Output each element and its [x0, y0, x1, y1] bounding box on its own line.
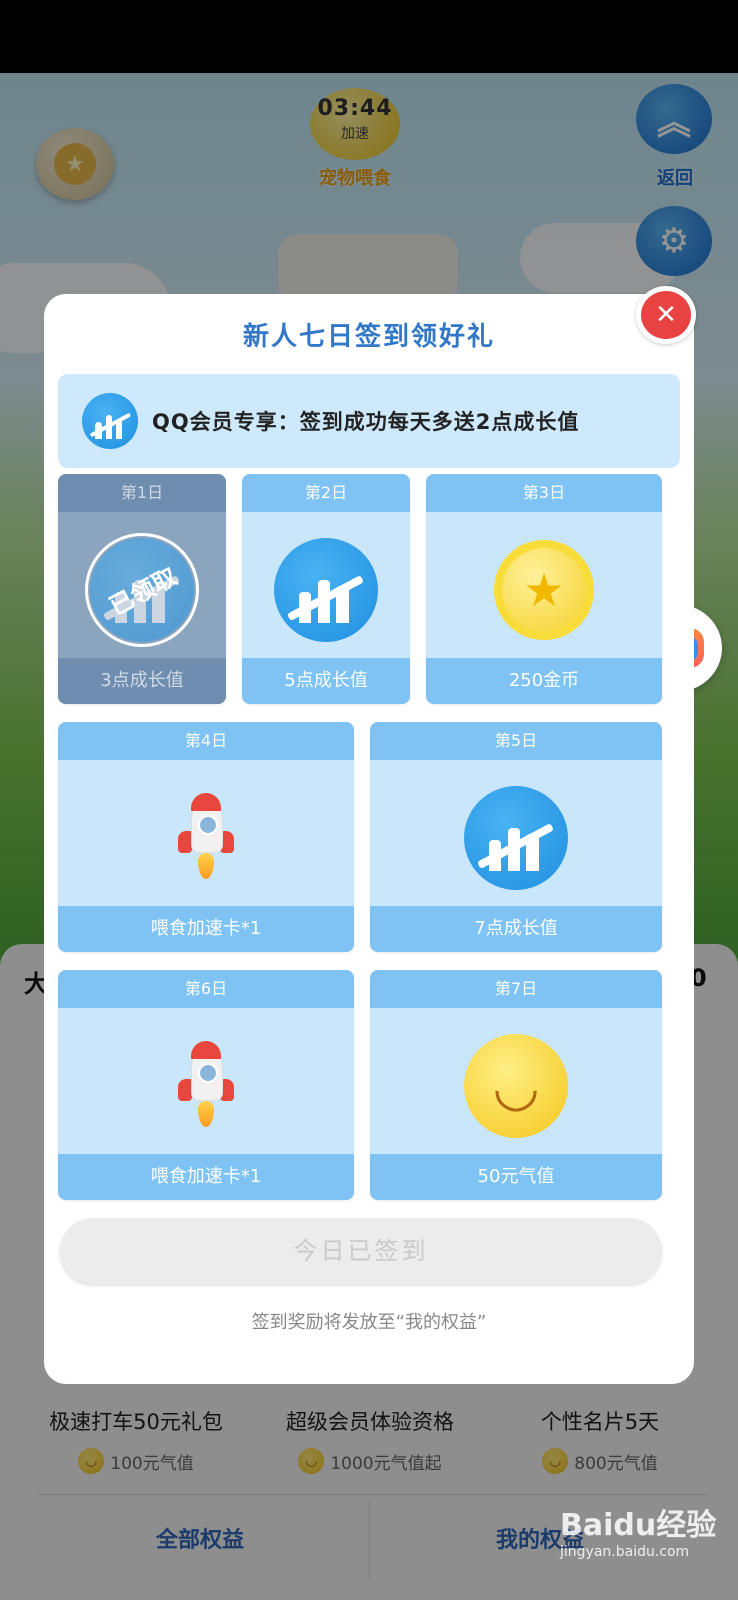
- close-button[interactable]: ✕: [636, 286, 696, 344]
- day-reward-label: 喂食加速卡*1: [58, 906, 354, 952]
- day-reward-label: 5点成长值: [242, 658, 410, 704]
- watermark-logo: Baidu经验: [560, 1508, 717, 1543]
- day-label: 第1日: [58, 474, 226, 512]
- checkin-modal: 新人七日签到领好礼 QQ会员专享：签到成功每天多送2点成长值 第1日 已领取 3…: [44, 294, 694, 1384]
- member-banner: QQ会员专享：签到成功每天多送2点成长值: [58, 374, 680, 468]
- day-reward-label: 250金币: [426, 658, 662, 704]
- day-card-5[interactable]: 第5日 7点成长值: [370, 722, 662, 952]
- close-icon: ✕: [641, 291, 691, 339]
- day-label: 第6日: [58, 970, 354, 1008]
- day-card-6[interactable]: 第6日 喂食加速卡*1: [58, 970, 354, 1200]
- gold-coin-icon: ★: [494, 540, 594, 640]
- day-reward-label: 3点成长值: [58, 658, 226, 704]
- day-card-3[interactable]: 第3日 ★ 250金币: [426, 474, 662, 704]
- baidu-watermark: Baidu经验 jingyan.baidu.com: [560, 1500, 730, 1590]
- member-banner-text: QQ会员专享：签到成功每天多送2点成长值: [152, 410, 580, 434]
- day-card-7[interactable]: 第7日 ◡ 50元气值: [370, 970, 662, 1200]
- day-card-4[interactable]: 第4日 喂食加速卡*1: [58, 722, 354, 952]
- day-reward-label: 喂食加速卡*1: [58, 1154, 354, 1200]
- rocket-icon: [176, 1041, 236, 1131]
- modal-title: 新人七日签到领好礼: [242, 322, 495, 352]
- rocket-icon: [176, 793, 236, 883]
- reward-note: 签到奖励将发放至“我的权益”: [251, 1312, 487, 1333]
- day-label: 第3日: [426, 474, 662, 512]
- smile-face-icon: ◡: [464, 1034, 568, 1138]
- day-card-2[interactable]: 第2日 5点成长值: [242, 474, 410, 704]
- day-card-1[interactable]: 第1日 已领取 3点成长值: [58, 474, 226, 704]
- growth-chart-icon: [464, 786, 568, 890]
- day-label: 第2日: [242, 474, 410, 512]
- watermark-url: jingyan.baidu.com: [560, 1544, 690, 1560]
- day-label: 第7日: [370, 970, 662, 1008]
- day-label: 第5日: [370, 722, 662, 760]
- day-label: 第4日: [58, 722, 354, 760]
- growth-chart-icon: [274, 538, 378, 642]
- signed-today-button[interactable]: 今日已签到: [60, 1218, 662, 1284]
- status-bar: [0, 0, 738, 73]
- claimed-stamp: 已领取: [85, 533, 199, 647]
- growth-chart-icon: [82, 393, 138, 449]
- day-reward-label: 50元气值: [370, 1154, 662, 1200]
- day-reward-label: 7点成长值: [370, 906, 662, 952]
